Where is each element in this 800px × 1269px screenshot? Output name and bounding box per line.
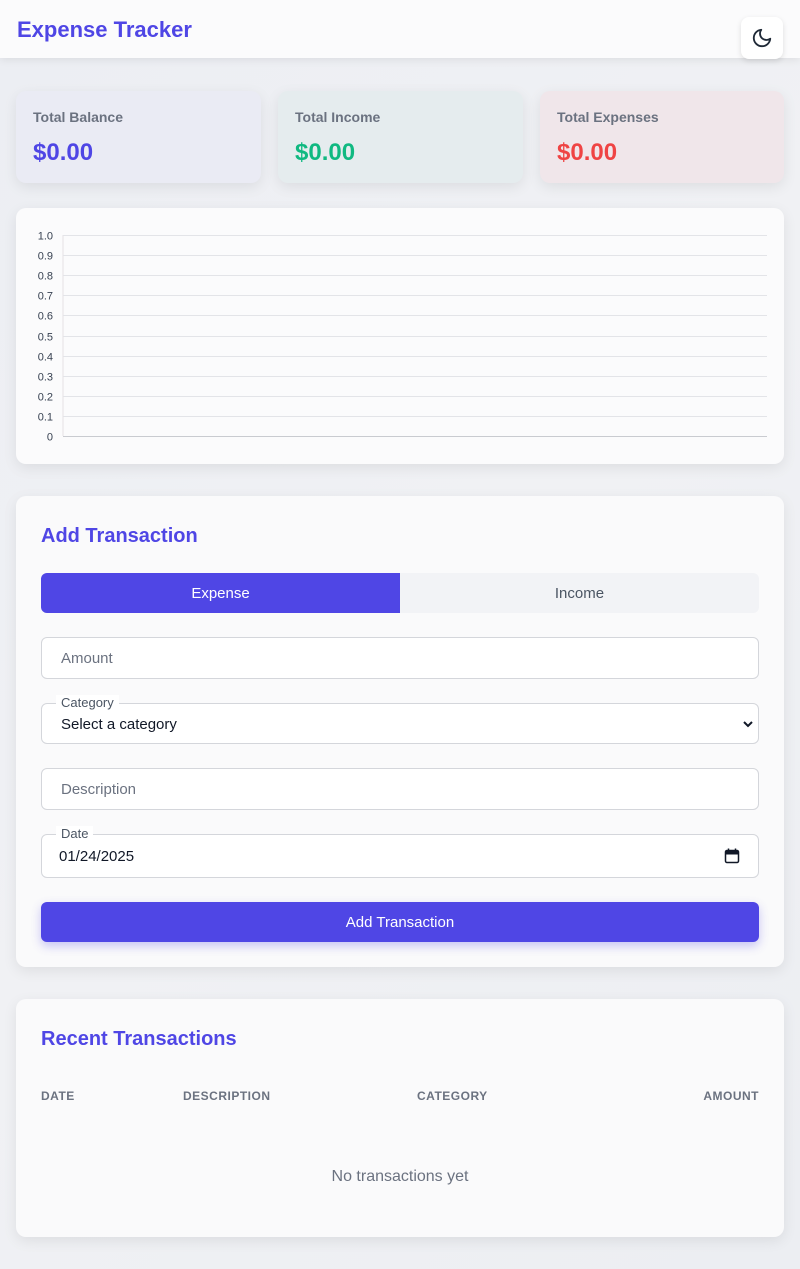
total-expenses-value: $0.00 bbox=[557, 139, 618, 166]
type-expense-button[interactable]: Expense bbox=[41, 573, 400, 613]
empty-state-message: No transactions yet bbox=[331, 1168, 469, 1185]
y-tick-label: 0.2 bbox=[38, 392, 53, 404]
date-value: 01/24/2025 bbox=[59, 848, 135, 865]
date-input[interactable]: Date 01/24/2025 bbox=[41, 826, 759, 878]
column-category: CATEGORY bbox=[417, 1089, 488, 1103]
total-income-value: $0.00 bbox=[295, 139, 356, 166]
chevron-down-icon bbox=[743, 721, 753, 728]
column-date: DATE bbox=[41, 1089, 75, 1103]
amount-input[interactable]: Amount bbox=[41, 637, 759, 679]
y-tick-label: 0.9 bbox=[38, 251, 53, 263]
total-balance-value: $0.00 bbox=[33, 139, 94, 166]
category-selected-value: Select a category bbox=[61, 716, 177, 733]
description-placeholder: Description bbox=[61, 781, 137, 798]
amount-placeholder: Amount bbox=[61, 650, 113, 667]
description-input[interactable]: Description bbox=[41, 768, 759, 810]
category-select[interactable]: Category Select a category bbox=[41, 695, 759, 744]
moon-icon bbox=[752, 28, 772, 48]
column-amount: AMOUNT bbox=[703, 1089, 759, 1103]
y-tick-label: 0.7 bbox=[38, 291, 53, 303]
total-balance-label: Total Balance bbox=[33, 109, 123, 125]
date-label: Date bbox=[56, 826, 94, 841]
expense-chart: 1.0 0.9 0.8 0.7 0.6 0.5 0.4 0.3 0.2 0.1 0 bbox=[38, 231, 767, 444]
add-transaction-title: Add Transaction bbox=[41, 525, 198, 547]
transactions-table-header: DATE DESCRIPTION CATEGORY AMOUNT bbox=[41, 1077, 759, 1115]
add-transaction-card: Add Transaction Expense Income Amount Ca… bbox=[16, 496, 784, 967]
total-income-card: Total Income $0.00 bbox=[278, 91, 523, 183]
y-tick-label: 0.8 bbox=[38, 271, 53, 283]
y-tick-label: 0.4 bbox=[38, 352, 53, 364]
y-tick-label: 0.1 bbox=[38, 412, 53, 424]
column-description: DESCRIPTION bbox=[183, 1089, 271, 1103]
total-balance-card: Total Balance $0.00 bbox=[16, 91, 261, 183]
calendar-icon[interactable] bbox=[724, 848, 740, 864]
category-label: Category bbox=[56, 695, 119, 710]
recent-transactions-title: Recent Transactions bbox=[41, 1028, 237, 1050]
type-income-button[interactable]: Income bbox=[400, 573, 759, 613]
app-header: Expense Tracker bbox=[0, 0, 800, 59]
add-transaction-button[interactable]: Add Transaction bbox=[41, 902, 759, 942]
y-tick-label: 0.6 bbox=[38, 311, 53, 323]
y-tick-label: 0 bbox=[47, 432, 53, 444]
y-tick-label: 0.3 bbox=[38, 372, 53, 384]
chart-card: 1.0 0.9 0.8 0.7 0.6 0.5 0.4 0.3 0.2 0.1 0 bbox=[16, 208, 784, 464]
theme-toggle-button[interactable] bbox=[741, 17, 783, 59]
recent-transactions-card: Recent Transactions DATE DESCRIPTION CAT… bbox=[16, 999, 784, 1237]
total-expenses-card: Total Expenses $0.00 bbox=[540, 91, 784, 183]
y-tick-label: 0.5 bbox=[38, 332, 53, 344]
total-expenses-label: Total Expenses bbox=[557, 109, 659, 125]
y-tick-label: 1.0 bbox=[38, 231, 53, 243]
app-title: Expense Tracker bbox=[17, 17, 192, 42]
total-income-label: Total Income bbox=[295, 109, 381, 125]
